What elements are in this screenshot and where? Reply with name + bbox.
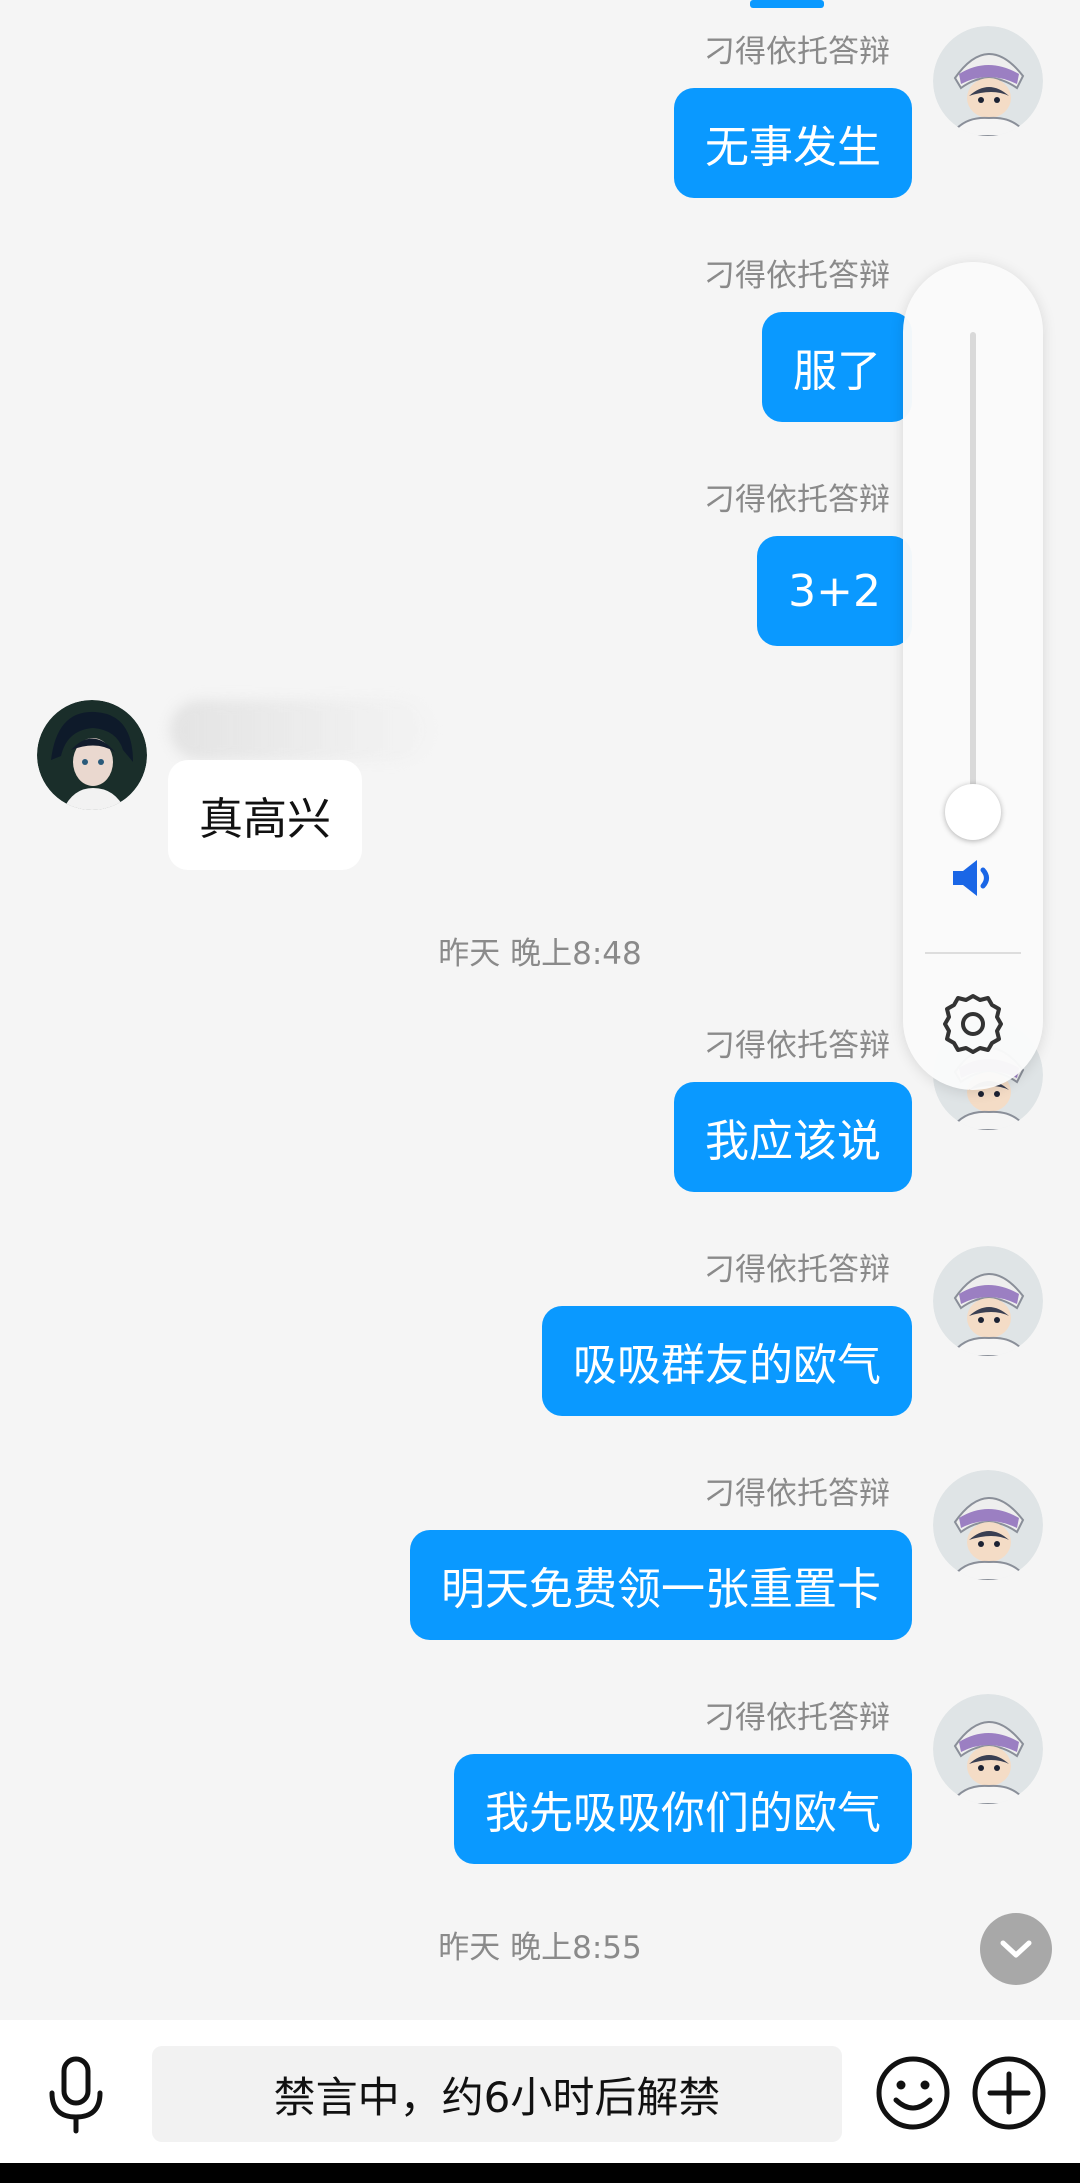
message-bubble-outgoing[interactable]: 无事发生	[674, 88, 912, 198]
input-bar: 禁言中，约6小时后解禁	[0, 2020, 1080, 2163]
avatar[interactable]	[933, 1246, 1043, 1356]
sender-name: 刁得依托答辩	[704, 258, 890, 294]
chevron-down-icon	[1000, 1940, 1032, 1958]
tab-indicator	[750, 0, 824, 8]
message-bubble-outgoing[interactable]: 服了	[762, 312, 912, 422]
sender-name-blurred	[170, 700, 430, 760]
mute-notice: 禁言中，约6小时后解禁	[152, 2046, 842, 2142]
gear-icon[interactable]	[939, 990, 1007, 1058]
scroll-to-bottom-button[interactable]	[980, 1913, 1052, 1985]
plus-icon[interactable]	[970, 2054, 1048, 2132]
message-bubble-incoming[interactable]: 真高兴	[168, 760, 362, 870]
sender-name: 刁得依托答辩	[704, 482, 890, 518]
speaker-icon[interactable]	[947, 852, 999, 904]
sender-name: 刁得依托答辩	[704, 1252, 890, 1288]
message-bubble-outgoing[interactable]: 吸吸群友的欧气	[542, 1306, 912, 1416]
sender-name: 刁得依托答辩	[704, 1028, 890, 1064]
timestamp: 昨天 晚上8:55	[438, 1930, 642, 1966]
avatar[interactable]	[933, 1694, 1043, 1804]
sender-name: 刁得依托答辩	[704, 1700, 890, 1736]
volume-panel	[903, 262, 1043, 1090]
system-nav-bar	[0, 2163, 1080, 2183]
message-bubble-outgoing[interactable]: 我先吸吸你们的欧气	[454, 1754, 912, 1864]
avatar[interactable]	[933, 1470, 1043, 1580]
sender-name: 刁得依托答辩	[704, 1476, 890, 1512]
message-bubble-outgoing[interactable]: 3+2	[757, 536, 912, 646]
sender-name: 刁得依托答辩	[704, 34, 890, 70]
divider	[925, 952, 1021, 954]
volume-slider-track[interactable]	[970, 332, 976, 832]
message-bubble-outgoing[interactable]: 我应该说	[674, 1082, 912, 1192]
emoji-icon[interactable]	[874, 2054, 952, 2132]
volume-slider-thumb[interactable]	[945, 784, 1001, 840]
message-bubble-outgoing[interactable]: 明天免费领一张重置卡	[410, 1530, 912, 1640]
avatar[interactable]	[37, 700, 147, 810]
avatar[interactable]	[933, 26, 1043, 136]
microphone-icon[interactable]	[40, 2055, 112, 2135]
